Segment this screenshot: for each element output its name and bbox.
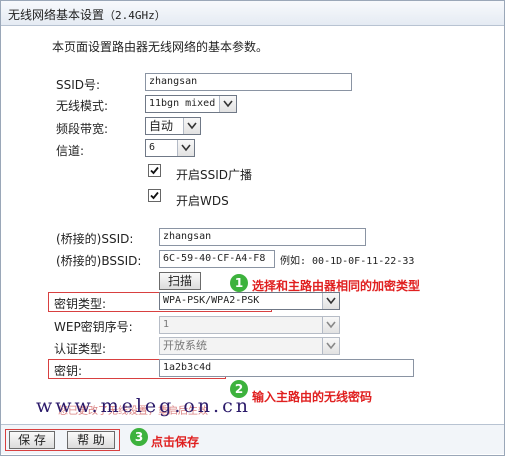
bandwidth-select[interactable]: 自动: [145, 117, 201, 135]
key-type-label: 密钥类型:: [54, 297, 107, 311]
title-main: 无线网络基本设置: [8, 8, 105, 22]
key-type-select[interactable]: WPA-PSK/WPA2-PSK: [159, 292, 340, 310]
key-type-value: WPA-PSK/WPA2-PSK: [163, 295, 260, 306]
auth-type-value: 开放系统: [163, 339, 207, 352]
mode-value: 11bgn mixed: [149, 98, 216, 109]
intro-text: 本页面设置路由器无线网络的基本参数。: [52, 40, 269, 54]
key-input[interactable]: 1a2b3c4d: [159, 359, 414, 377]
wds-label: 开启WDS: [176, 194, 229, 208]
title-band: （2.4GHz）: [104, 9, 166, 22]
channel-select[interactable]: 6: [145, 139, 195, 157]
bandwidth-value: 自动: [149, 119, 174, 133]
help-button[interactable]: 帮 助: [67, 431, 115, 449]
ssid-broadcast-checkbox[interactable]: [148, 164, 161, 177]
chevron-down-icon: [322, 338, 339, 354]
chevron-down-icon: [183, 118, 200, 134]
bridge-ssid-input[interactable]: zhangsan: [159, 228, 366, 246]
channel-value: 6: [149, 142, 156, 153]
chevron-down-icon: [322, 317, 339, 333]
scan-button[interactable]: 扫描: [159, 272, 201, 290]
step-1-badge: 1: [230, 274, 248, 292]
wep-index-label: WEP密钥序号:: [54, 320, 133, 334]
watermark-text: www.meleg.on.cn: [36, 395, 251, 417]
bssid-example: 例如: 00-1D-0F-11-22-33: [280, 256, 415, 267]
step-3-annotation: 点击保存: [151, 435, 200, 449]
bridge-bssid-input[interactable]: 6C-59-40-CF-A4-F8: [159, 250, 275, 268]
mode-label: 无线模式:: [56, 99, 109, 113]
step-2-annotation: 输入主路由的无线密码: [252, 390, 373, 404]
mode-select[interactable]: 11bgn mixed: [145, 95, 237, 113]
ssid-label: SSID号:: [56, 78, 101, 92]
chevron-down-icon: [219, 96, 236, 112]
chevron-down-icon: [177, 140, 194, 156]
wds-checkbox[interactable]: [148, 189, 161, 202]
wep-index-select[interactable]: 1: [159, 316, 340, 334]
title-bar: 无线网络基本设置（2.4GHz）: [1, 1, 504, 26]
chevron-down-icon: [322, 293, 339, 309]
channel-label: 信道:: [56, 144, 85, 158]
step-3-badge: 3: [130, 428, 148, 446]
auth-type-select[interactable]: 开放系统: [159, 337, 340, 355]
check-icon: [150, 166, 159, 175]
ssid-broadcast-label: 开启SSID广播: [176, 168, 253, 182]
bandwidth-label: 频段带宽:: [56, 122, 109, 136]
wep-index-value: 1: [163, 319, 170, 330]
ssid-input[interactable]: zhangsan: [145, 73, 352, 91]
key-label: 密钥:: [54, 364, 83, 378]
save-button[interactable]: 保 存: [9, 431, 55, 449]
check-icon: [150, 191, 159, 200]
bridge-ssid-label: (桥接的)SSID:: [56, 232, 134, 246]
page-title: 无线网络基本设置（2.4GHz）: [8, 6, 166, 23]
auth-type-label: 认证类型:: [54, 342, 107, 356]
bridge-bssid-label: (桥接的)BSSID:: [56, 254, 142, 268]
